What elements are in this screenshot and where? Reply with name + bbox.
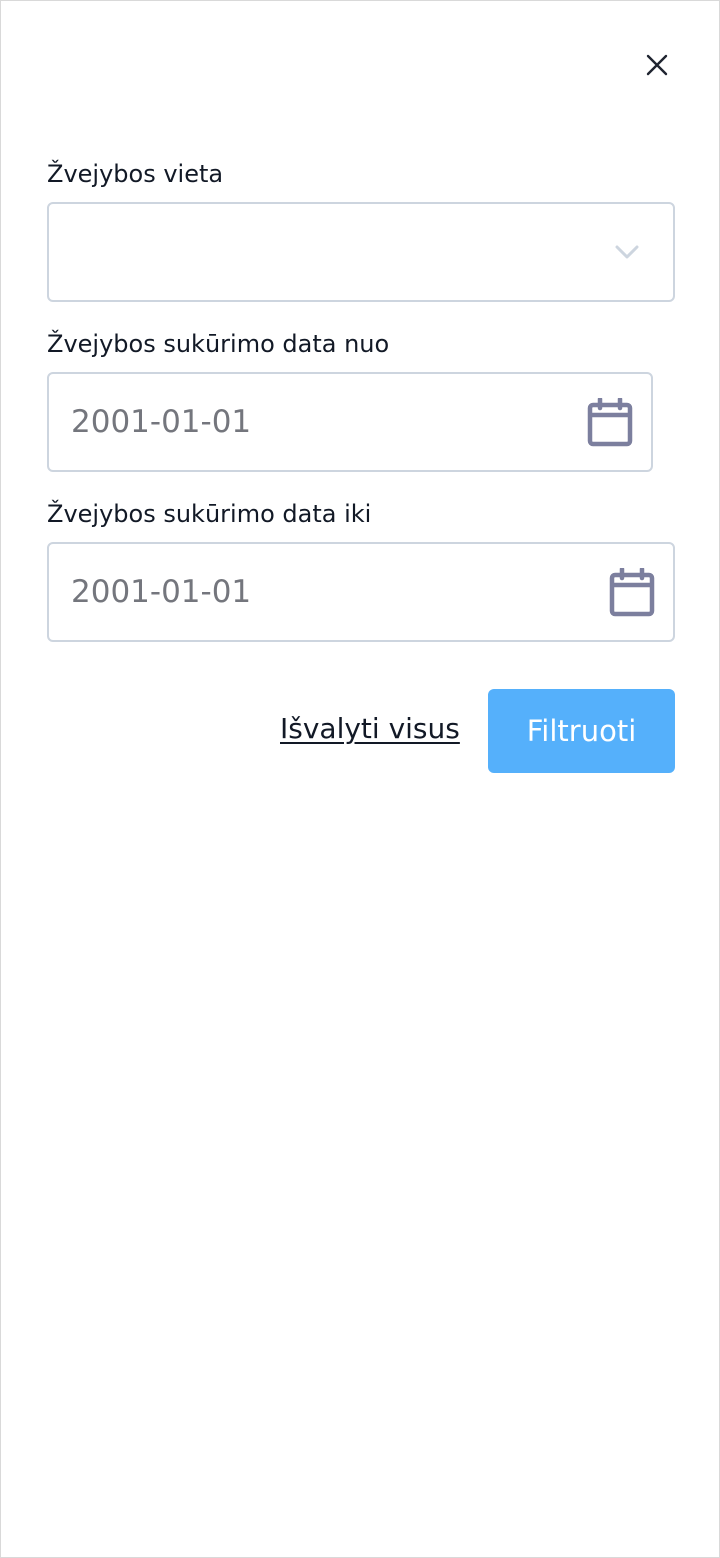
date-to-placeholder: 2001-01-01 [71,574,252,610]
filter-panel: Žvejybos vieta Žvejybos sukūrimo data nu… [0,0,720,1558]
close-icon [646,54,668,76]
date-to-label: Žvejybos sukūrimo data iki [47,500,372,528]
calendar-icon[interactable] [609,568,655,618]
date-to-field[interactable]: 2001-01-01 [47,542,675,642]
chevron-down-icon [615,245,639,259]
clear-all-link[interactable]: Išvalyti visus [280,711,460,747]
location-select[interactable] [47,202,675,302]
close-button[interactable] [637,45,677,85]
location-label: Žvejybos vieta [47,160,224,188]
date-from-field[interactable]: 2001-01-01 [47,372,653,472]
calendar-icon[interactable] [587,398,633,448]
date-from-placeholder: 2001-01-01 [71,404,252,440]
date-from-label: Žvejybos sukūrimo data nuo [47,330,390,358]
filter-button[interactable]: Filtruoti [488,689,675,773]
